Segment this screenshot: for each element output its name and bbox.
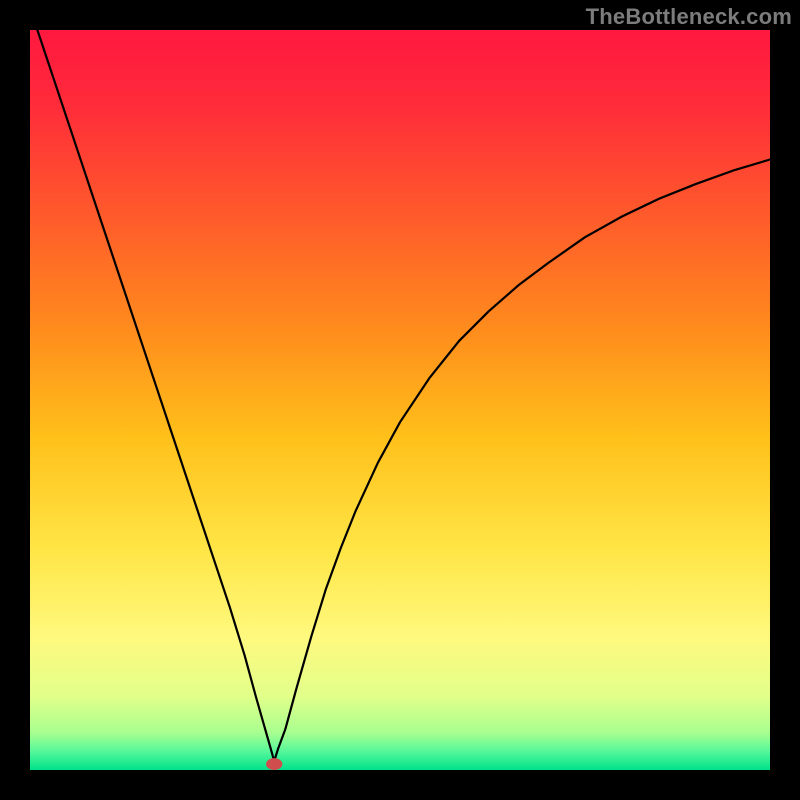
chart-frame: TheBottleneck.com — [0, 0, 800, 800]
watermark-text: TheBottleneck.com — [586, 4, 792, 30]
chart-svg — [30, 30, 770, 770]
minimum-marker — [266, 758, 282, 770]
plot-area — [30, 30, 770, 770]
gradient-background — [30, 30, 770, 770]
